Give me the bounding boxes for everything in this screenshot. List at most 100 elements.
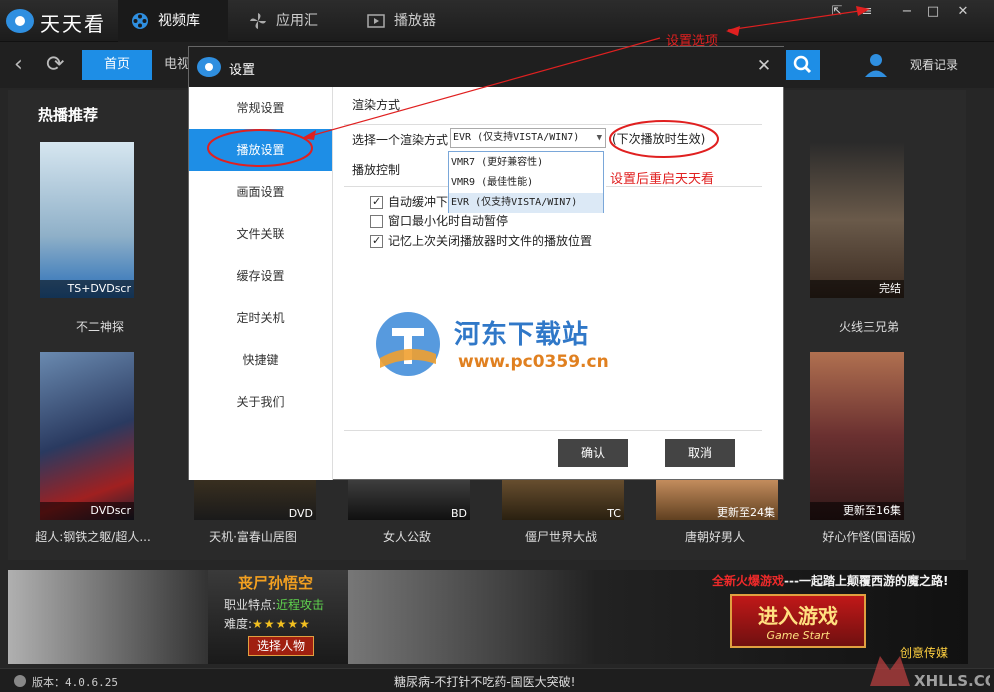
section-divider bbox=[344, 124, 762, 125]
version-icon bbox=[14, 675, 26, 687]
poster-card[interactable]: TS+DVDscr bbox=[40, 142, 134, 298]
poster-title[interactable]: 天机·富春山居图 bbox=[188, 528, 318, 545]
poster-image bbox=[40, 142, 134, 298]
search-icon bbox=[793, 55, 812, 74]
section-divider bbox=[344, 186, 448, 187]
banner-difficulty: 难度:★★★★★ bbox=[224, 615, 311, 632]
settings-sidebar: 常规设置 播放设置 画面设置 文件关联 缓存设置 定时关机 快捷键 关于我们 bbox=[189, 87, 333, 480]
skin-icon[interactable]: ⇱ bbox=[826, 2, 848, 22]
difficulty-stars: ★★★★★ bbox=[252, 617, 311, 631]
back-arrow-icon[interactable]: ‹ bbox=[14, 53, 34, 77]
banner-promo-text: 全新火爆游戏---一起踏上颠覆西游的魔之路! bbox=[712, 572, 948, 589]
poster-title[interactable]: 火线三兄弟 bbox=[804, 318, 934, 335]
watermark-site-url: www.pc0359.cn bbox=[458, 352, 609, 372]
render-choose-label: 选择一个渲染方式 bbox=[352, 133, 449, 147]
poster-card[interactable]: 更新至24集 bbox=[656, 478, 778, 520]
title-bar: 天天看 视频库 应用汇 播放器 ⇱ ≡ − □ ✕ bbox=[0, 0, 994, 42]
search-button[interactable] bbox=[786, 50, 820, 80]
poster-badge: TS+DVDscr bbox=[40, 280, 134, 298]
status-ad-link[interactable]: 糖尿病-不打针不吃药-国医大突破! bbox=[394, 673, 575, 690]
cancel-button[interactable]: 取消 bbox=[665, 439, 735, 467]
render-selected-value: EVR (仅支持VISTA/WIN7) bbox=[453, 132, 580, 143]
tab-video-library[interactable]: 视频库 bbox=[118, 0, 228, 42]
render-option-evr[interactable]: EVR (仅支持VISTA/WIN7) bbox=[449, 193, 603, 213]
play-screen-icon bbox=[367, 14, 385, 28]
fox-watermark-icon: XHLLS.COM bbox=[870, 656, 990, 690]
tab-label: 播放器 bbox=[394, 13, 436, 29]
auto-buffer-label: 自动缓冲下 bbox=[388, 195, 449, 209]
sidebar-item-timer-shutdown[interactable]: 定时关机 bbox=[189, 297, 332, 339]
poster-badge: 更新至24集 bbox=[717, 506, 775, 519]
poster-image bbox=[810, 352, 904, 520]
watch-history-link[interactable]: 观看记录 bbox=[910, 56, 958, 73]
render-mode-dropdown: VMR7 (更好兼容性) VMR9 (最佳性能) EVR (仅支持VISTA/W… bbox=[448, 151, 604, 213]
traits-value: 近程攻击 bbox=[276, 598, 325, 612]
playback-section-title: 播放控制 bbox=[352, 163, 401, 177]
banner-game-title: 丧尸孙悟空 bbox=[238, 574, 314, 592]
dialog-close-icon[interactable]: ✕ bbox=[753, 55, 775, 77]
sidebar-item-display[interactable]: 画面设置 bbox=[189, 171, 332, 213]
poster-card[interactable]: 完结 bbox=[810, 142, 904, 298]
enter-game-button[interactable]: 进入游戏 Game Start bbox=[730, 594, 866, 648]
poster-badge: 更新至16集 bbox=[810, 502, 904, 520]
sidebar-item-playback[interactable]: 播放设置 bbox=[189, 129, 332, 171]
menu-icon[interactable]: ≡ bbox=[856, 2, 878, 22]
auto-buffer-checkbox[interactable] bbox=[370, 195, 383, 209]
app-title: 天天看 bbox=[40, 12, 106, 36]
enter-game-label: 进入游戏 bbox=[758, 604, 838, 628]
site-watermark-logo-icon bbox=[376, 312, 440, 376]
poster-title[interactable]: 唐朝好男人 bbox=[650, 528, 780, 545]
poster-title[interactable]: 女人公敌 bbox=[342, 528, 472, 545]
minimize-pause-label: 窗口最小化时自动暂停 bbox=[388, 214, 509, 228]
footer-divider bbox=[344, 430, 762, 431]
poster-card[interactable]: DVD bbox=[194, 478, 316, 520]
sidebar-item-about[interactable]: 关于我们 bbox=[189, 381, 332, 423]
poster-card[interactable]: DVDscr bbox=[40, 352, 134, 520]
sidebar-item-general[interactable]: 常规设置 bbox=[189, 87, 332, 129]
poster-badge: BD bbox=[450, 507, 467, 520]
app-logo-icon bbox=[6, 9, 34, 33]
annotation-settings-option: 设置选项 bbox=[666, 34, 719, 49]
select-character-button[interactable]: 选择人物 bbox=[248, 636, 314, 656]
minimize-pause-checkbox[interactable] bbox=[370, 215, 383, 228]
game-start-label: Game Start bbox=[766, 629, 830, 642]
user-icon[interactable] bbox=[864, 52, 888, 78]
nav-home-tab[interactable]: 首页 bbox=[82, 50, 152, 80]
section-title: 热播推荐 bbox=[38, 106, 99, 124]
poster-title[interactable]: 僵尸世界大战 bbox=[496, 528, 626, 545]
banner-image bbox=[8, 570, 208, 664]
version-text: 版本：4.0.6.25 bbox=[32, 676, 118, 689]
poster-title[interactable]: 不二神探 bbox=[35, 318, 165, 335]
tab-app-hub[interactable]: 应用汇 bbox=[236, 0, 346, 42]
traits-label: 职业特点: bbox=[224, 598, 277, 612]
sidebar-item-cache[interactable]: 缓存设置 bbox=[189, 255, 332, 297]
render-section-title: 渲染方式 bbox=[352, 98, 401, 112]
render-option-vmr9[interactable]: VMR9 (最佳性能) bbox=[449, 173, 603, 193]
maximize-icon[interactable]: □ bbox=[922, 2, 944, 22]
watermark-site-name: 河东下载站 bbox=[454, 320, 590, 350]
poster-title[interactable]: 好心作怪(国语版) bbox=[804, 528, 934, 545]
promo-highlight: 全新火爆游戏 bbox=[712, 574, 785, 588]
difficulty-label: 难度: bbox=[224, 617, 253, 631]
poster-card[interactable]: 更新至16集 bbox=[810, 352, 904, 520]
corner-watermark-text: XHLLS.COM bbox=[914, 672, 990, 690]
confirm-button[interactable]: 确认 bbox=[558, 439, 628, 467]
poster-card[interactable]: BD bbox=[348, 478, 470, 520]
sidebar-item-file-association[interactable]: 文件关联 bbox=[189, 213, 332, 255]
poster-card[interactable]: TC bbox=[502, 478, 624, 520]
close-window-icon[interactable]: ✕ bbox=[952, 2, 974, 22]
poster-title[interactable]: 超人:钢铁之躯/超人... bbox=[28, 528, 158, 545]
minimize-icon[interactable]: − bbox=[896, 2, 918, 22]
poster-badge: DVD bbox=[288, 507, 313, 520]
render-option-vmr7[interactable]: VMR7 (更好兼容性) bbox=[449, 153, 603, 173]
render-effective-note: (下次播放时生效) bbox=[612, 132, 706, 146]
render-mode-select[interactable]: EVR (仅支持VISTA/WIN7) ▼ bbox=[450, 128, 606, 148]
refresh-icon[interactable]: ⟳ bbox=[46, 53, 70, 77]
remember-position-checkbox[interactable] bbox=[370, 234, 383, 248]
promo-rest: ---一起踏上颠覆西游的魔之路! bbox=[784, 574, 949, 588]
dialog-logo-icon bbox=[197, 57, 221, 77]
sidebar-item-hotkeys[interactable]: 快捷键 bbox=[189, 339, 332, 381]
tab-player[interactable]: 播放器 bbox=[354, 0, 464, 42]
poster-badge: 完结 bbox=[810, 280, 904, 298]
poster-badge: DVDscr bbox=[40, 502, 134, 520]
